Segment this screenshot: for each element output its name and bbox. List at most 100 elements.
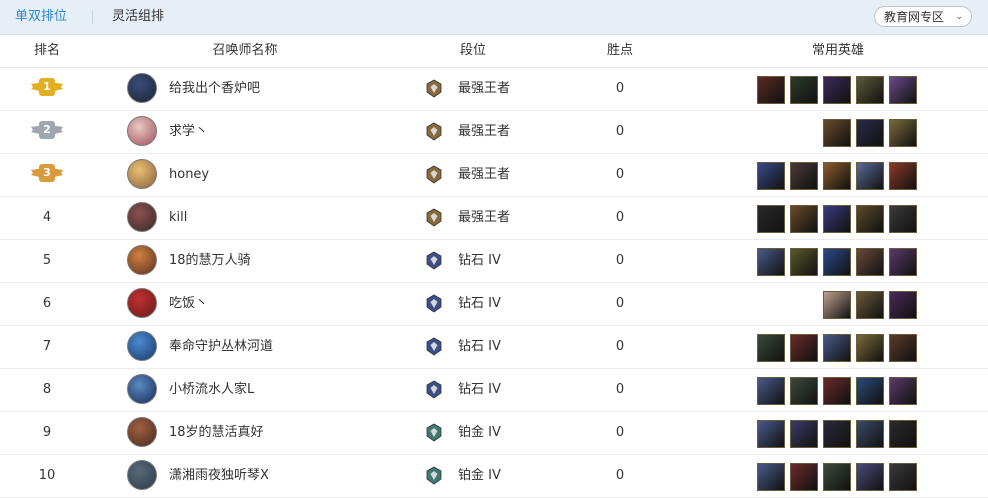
tier-label: 铂金 IV xyxy=(458,468,501,483)
summoner-avatar[interactable] xyxy=(127,460,157,490)
hero-portrait-icon[interactable] xyxy=(856,76,884,104)
summoner-avatar[interactable] xyxy=(127,417,157,447)
hero-portrait-icon[interactable] xyxy=(889,420,917,448)
summoner-name[interactable]: 求学丶 xyxy=(169,111,208,152)
hero-portrait-icon[interactable] xyxy=(889,76,917,104)
hero-portrait-icon[interactable] xyxy=(757,248,785,276)
frequent-heroes xyxy=(823,119,917,147)
hero-portrait-icon[interactable] xyxy=(856,420,884,448)
league-points: 0 xyxy=(615,124,625,139)
hero-portrait-icon[interactable] xyxy=(856,162,884,190)
hero-portrait-icon[interactable] xyxy=(856,291,884,319)
rank-number: 7 xyxy=(42,339,52,354)
hero-portrait-icon[interactable] xyxy=(889,334,917,362)
hero-portrait-icon[interactable] xyxy=(889,248,917,276)
league-points: 0 xyxy=(615,253,625,268)
table-row[interactable]: 4 kill 最强王者 0 xyxy=(0,197,988,240)
summoner-name[interactable]: 小桥流水人家L xyxy=(169,369,254,410)
hero-portrait-icon[interactable] xyxy=(856,119,884,147)
hero-portrait-icon[interactable] xyxy=(889,377,917,405)
hero-portrait-icon[interactable] xyxy=(823,76,851,104)
hero-portrait-icon[interactable] xyxy=(757,76,785,104)
tier-emblem-icon xyxy=(426,423,442,442)
tier-label: 铂金 IV xyxy=(458,425,501,440)
tier-emblem-icon xyxy=(426,251,442,270)
hero-portrait-icon[interactable] xyxy=(823,291,851,319)
region-select[interactable]: 教育网专区 ⌄ xyxy=(874,6,972,27)
frequent-heroes xyxy=(757,420,917,448)
hero-portrait-icon[interactable] xyxy=(790,248,818,276)
summoner-avatar[interactable] xyxy=(127,159,157,189)
tier-label: 最强王者 xyxy=(458,167,511,182)
hero-portrait-icon[interactable] xyxy=(790,377,818,405)
hero-portrait-icon[interactable] xyxy=(889,162,917,190)
league-points: 0 xyxy=(615,81,625,96)
league-points: 0 xyxy=(615,296,625,311)
hero-portrait-icon[interactable] xyxy=(823,248,851,276)
summoner-avatar[interactable] xyxy=(127,116,157,146)
hero-portrait-icon[interactable] xyxy=(790,334,818,362)
summoner-name[interactable]: 给我出个香炉吧 xyxy=(169,68,260,109)
hero-portrait-icon[interactable] xyxy=(790,420,818,448)
summoner-name[interactable]: 18的慧万人骑 xyxy=(169,240,251,281)
hero-portrait-icon[interactable] xyxy=(790,205,818,233)
hero-portrait-icon[interactable] xyxy=(889,291,917,319)
hero-portrait-icon[interactable] xyxy=(757,162,785,190)
rank-medal-number: 1 xyxy=(39,78,55,96)
rank-medal-icon: 3 xyxy=(30,164,64,184)
table-row[interactable]: 9 18岁的慧活真好 铂金 IV 0 xyxy=(0,412,988,455)
summoner-avatar[interactable] xyxy=(127,73,157,103)
hero-portrait-icon[interactable] xyxy=(823,162,851,190)
column-header-tier: 段位 xyxy=(459,43,487,58)
top-tab-bar: 单双排位 灵活组排 教育网专区 ⌄ xyxy=(0,0,988,35)
hero-portrait-icon[interactable] xyxy=(823,205,851,233)
tier-emblem-icon xyxy=(426,208,442,227)
tab-solo-duo-ranked[interactable]: 单双排位 xyxy=(15,0,67,34)
hero-portrait-icon[interactable] xyxy=(823,420,851,448)
table-row[interactable]: 10 潇湘雨夜独听琴X 铂金 IV 0 xyxy=(0,455,988,498)
hero-portrait-icon[interactable] xyxy=(856,248,884,276)
table-row[interactable]: 3 honey 最强王者 0 xyxy=(0,154,988,197)
tier-label: 钻石 IV xyxy=(458,339,501,354)
hero-portrait-icon[interactable] xyxy=(889,205,917,233)
summoner-name[interactable]: 吃饭丶 xyxy=(169,283,208,324)
league-points: 0 xyxy=(615,468,625,483)
hero-portrait-icon[interactable] xyxy=(856,334,884,362)
hero-portrait-icon[interactable] xyxy=(823,377,851,405)
summoner-avatar[interactable] xyxy=(127,245,157,275)
hero-portrait-icon[interactable] xyxy=(889,119,917,147)
hero-portrait-icon[interactable] xyxy=(856,205,884,233)
hero-portrait-icon[interactable] xyxy=(823,334,851,362)
summoner-name[interactable]: honey xyxy=(169,154,209,195)
hero-portrait-icon[interactable] xyxy=(757,334,785,362)
table-row[interactable]: 6 吃饭丶 钻石 IV 0 xyxy=(0,283,988,326)
summoner-avatar[interactable] xyxy=(127,374,157,404)
summoner-avatar[interactable] xyxy=(127,288,157,318)
table-row[interactable]: 8 小桥流水人家L 钻石 IV 0 xyxy=(0,369,988,412)
rank-medal-number: 3 xyxy=(39,164,55,182)
summoner-avatar[interactable] xyxy=(127,331,157,361)
summoner-name[interactable]: 潇湘雨夜独听琴X xyxy=(169,455,269,496)
tab-flex-ranked[interactable]: 灵活组排 xyxy=(112,0,164,34)
hero-portrait-icon[interactable] xyxy=(757,377,785,405)
hero-portrait-icon[interactable] xyxy=(856,377,884,405)
hero-portrait-icon[interactable] xyxy=(790,76,818,104)
summoner-name[interactable]: kill xyxy=(169,197,187,238)
hero-portrait-icon[interactable] xyxy=(757,420,785,448)
table-row[interactable]: 1 给我出个香炉吧 最强王者 0 xyxy=(0,68,988,111)
summoner-avatar[interactable] xyxy=(127,202,157,232)
table-row[interactable]: 5 18的慧万人骑 钻石 IV 0 xyxy=(0,240,988,283)
tier-label: 钻石 IV xyxy=(458,382,501,397)
tier-emblem-icon xyxy=(426,79,442,98)
frequent-heroes xyxy=(757,205,917,233)
table-row[interactable]: 2 求学丶 最强王者 0 xyxy=(0,111,988,154)
hero-portrait-icon[interactable] xyxy=(823,119,851,147)
summoner-name[interactable]: 奉命守护丛林河道 xyxy=(169,326,273,367)
summoner-name[interactable]: 18岁的慧活真好 xyxy=(169,412,264,453)
tier-emblem-icon xyxy=(426,294,442,313)
hero-portrait-icon[interactable] xyxy=(790,162,818,190)
hero-portrait-icon[interactable] xyxy=(757,205,785,233)
leaderboard-table-body: 1 给我出个香炉吧 最强王者 0 2 求学丶 最强王者 0 3 honey 最强王者… xyxy=(0,68,988,498)
table-row[interactable]: 7 奉命守护丛林河道 钻石 IV 0 xyxy=(0,326,988,369)
table-header: 排名 召唤师名称 段位 胜点 常用英雄 xyxy=(0,35,988,68)
